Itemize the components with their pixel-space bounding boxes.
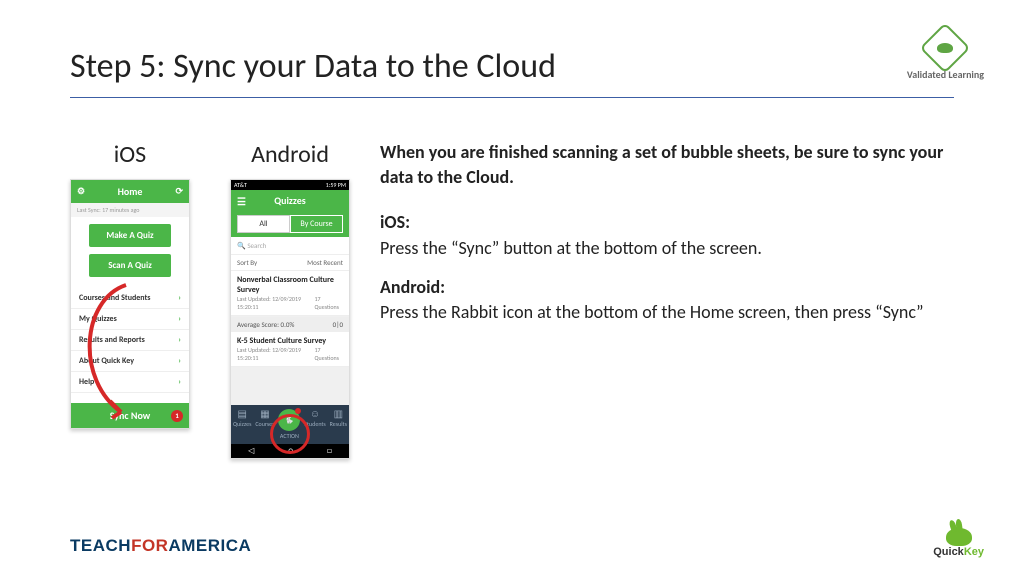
menu-courses[interactable]: Courses and Students›	[71, 288, 189, 309]
instructions-text: When you are finished scanning a set of …	[380, 140, 964, 459]
menu-help[interactable]: Help›	[71, 372, 189, 393]
nav-quizzes[interactable]: ▤Quizzes	[233, 409, 252, 440]
hamburger-icon: ☰	[237, 195, 246, 208]
ios-navbar-title: Home	[118, 185, 143, 198]
ios-menu-list: Courses and Students› My Quizzes› Result…	[71, 284, 189, 397]
rabbit-icon	[946, 528, 972, 546]
make-quiz-button[interactable]: Make A Quiz	[89, 224, 171, 247]
slide-title: Step 5: Sync your Data to the Cloud	[70, 46, 954, 87]
android-heading: Android:	[380, 275, 964, 300]
ios-screenshot: ⚙ Home ⟳ Last Sync: 17 minutes ago Make …	[70, 179, 190, 429]
ios-last-sync: Last Sync: 17 minutes ago	[71, 203, 189, 217]
gear-icon: ⚙	[77, 186, 85, 197]
refresh-icon: ⟳	[175, 186, 183, 197]
sort-row[interactable]: Sort By Most Recent	[231, 255, 349, 271]
recents-icon: □	[327, 446, 332, 456]
people-icon: ☺	[310, 409, 320, 419]
nav-action[interactable]: 🐇ACTION	[278, 409, 300, 440]
sync-now-button[interactable]: Sync Now 1	[71, 403, 189, 428]
ios-navbar: ⚙ Home ⟳	[71, 180, 189, 203]
chevron-right-icon: ›	[178, 356, 181, 366]
android-navbar: ☰ Quizzes	[231, 190, 349, 211]
phone-screenshots: iOS ⚙ Home ⟳ Last Sync: 17 minutes ago M…	[70, 140, 350, 459]
back-icon: ◁	[248, 446, 254, 456]
menu-results[interactable]: Results and Reports›	[71, 330, 189, 351]
average-row: Average Score: 0.0% 0|0	[231, 317, 349, 332]
android-system-nav: ◁ ○ □	[231, 444, 349, 458]
chevron-right-icon: ›	[178, 377, 181, 387]
quiz-item[interactable]: Nonverbal Classroom Culture Survey Last …	[231, 271, 349, 316]
android-tabs: All By Course	[231, 211, 349, 237]
clipboard-icon: ▤	[237, 409, 246, 419]
rabbit-action-icon: 🐇	[278, 409, 300, 431]
chevron-right-icon: ›	[178, 335, 181, 345]
android-navbar-title: Quizzes	[274, 194, 305, 207]
nav-courses[interactable]: ▦Courses	[255, 409, 274, 440]
android-column: Android AT&T 1:59 PM ☰ Quizzes All By Co…	[230, 140, 350, 459]
nav-students[interactable]: ☺Students	[304, 409, 326, 440]
intro-paragraph: When you are finished scanning a set of …	[380, 140, 964, 190]
nav-results[interactable]: ▥Results	[330, 409, 347, 440]
slide-header: Step 5: Sync your Data to the Cloud	[70, 46, 954, 98]
menu-my-quizzes[interactable]: My Quizzes›	[71, 309, 189, 330]
android-instructions: Press the Rabbit icon at the bottom of t…	[380, 300, 964, 325]
android-bottom-nav: ▤Quizzes ▦Courses 🐇ACTION ☺Students ▥Res…	[231, 405, 349, 444]
ios-column: iOS ⚙ Home ⟳ Last Sync: 17 minutes ago M…	[70, 140, 190, 459]
ios-label: iOS	[70, 140, 190, 169]
teach-for-america-logo: TEACHFORAMERICA	[70, 536, 251, 556]
android-screenshot: AT&T 1:59 PM ☰ Quizzes All By Course 🔍 S…	[230, 179, 350, 459]
home-icon: ○	[288, 446, 292, 456]
android-statusbar: AT&T 1:59 PM	[231, 180, 349, 190]
quickkey-logo: QuickKey	[933, 528, 984, 558]
tab-by-course[interactable]: By Course	[290, 215, 343, 233]
ios-heading: iOS:	[380, 210, 964, 235]
chart-icon: ▥	[334, 409, 343, 419]
menu-about[interactable]: About Quick Key›	[71, 351, 189, 372]
android-label: Android	[230, 140, 350, 169]
content-area: iOS ⚙ Home ⟳ Last Sync: 17 minutes ago M…	[70, 140, 964, 459]
book-icon: ▦	[260, 409, 269, 419]
scan-quiz-button[interactable]: Scan A Quiz	[89, 254, 171, 277]
chevron-right-icon: ›	[178, 314, 181, 324]
quiz-item[interactable]: K-5 Student Culture Survey Last Updated:…	[231, 332, 349, 367]
search-input[interactable]: 🔍 Search	[231, 237, 349, 255]
sync-badge: 1	[171, 410, 183, 422]
chevron-right-icon: ›	[178, 293, 181, 303]
ios-instructions: Press the “Sync” button at the bottom of…	[380, 236, 964, 261]
tab-all[interactable]: All	[237, 215, 290, 233]
